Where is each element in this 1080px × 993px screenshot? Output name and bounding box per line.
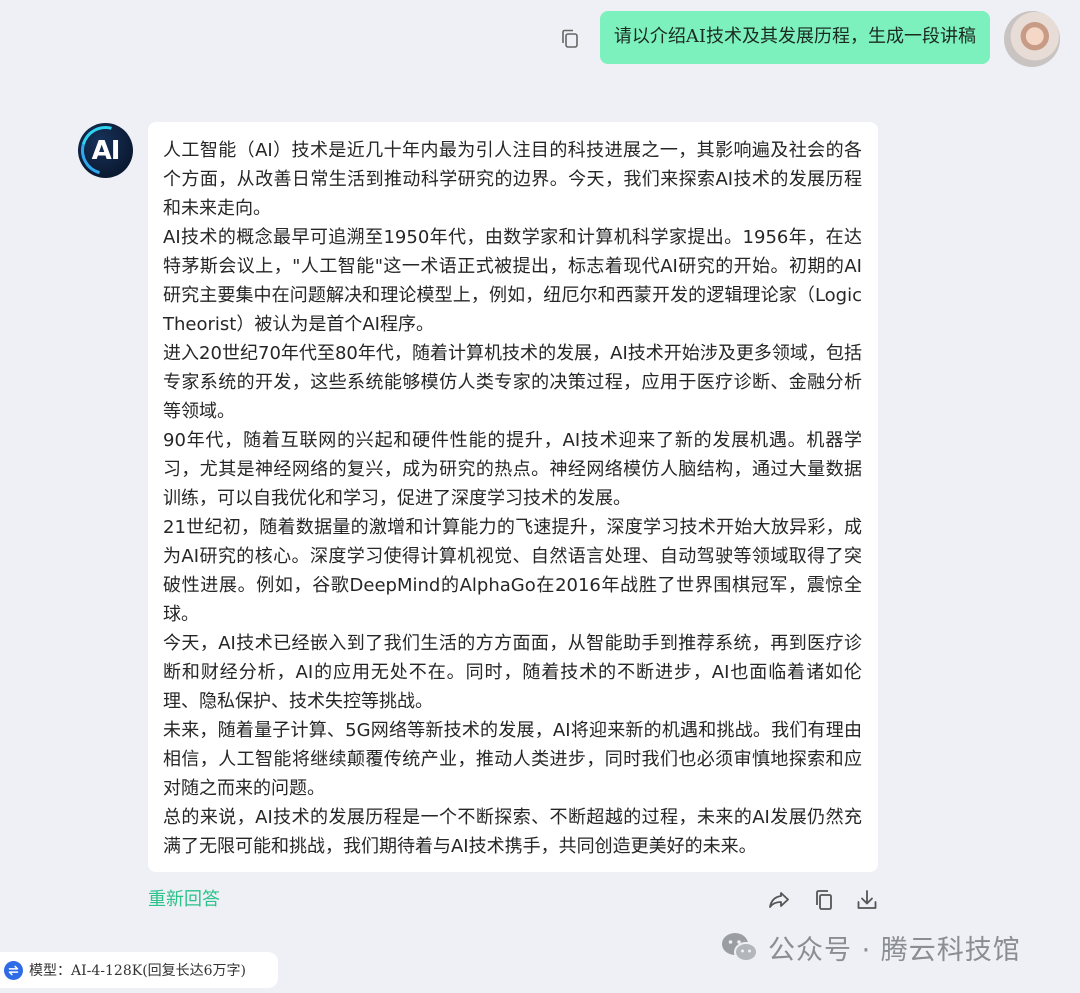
answer-paragraph: 21世纪初，随着数据量的激增和计算能力的飞速提升，深度学习技术开始大放异彩，成为… (163, 517, 862, 625)
answer-paragraph: 今天，AI技术已经嵌入到了我们生活的方方面面，从智能助手到推荐系统，再到医疗诊断… (163, 633, 862, 712)
assistant-avatar-label: AI (91, 135, 121, 166)
wechat-icon (722, 932, 758, 962)
regenerate-button[interactable]: 重新回答 (148, 886, 220, 914)
model-selector[interactable]: 模型：AI-4-128K(回复长达6万字) (0, 952, 278, 988)
copy-icon[interactable] (558, 27, 582, 51)
answer-paragraph: AI技术的概念最早可追溯至1950年代，由数学家和计算机科学家提出。1956年，… (163, 227, 862, 335)
assistant-avatar: AI (78, 123, 133, 178)
answer-paragraph: 未来，随着量子计算、5G网络等新技术的发展，AI将迎来新的机遇和挑战。我们有理由… (163, 720, 862, 799)
swap-icon (4, 960, 23, 980)
share-icon[interactable] (767, 888, 791, 912)
user-message-row: 请以介绍AI技术及其发展历程，生成一段讲稿 (558, 11, 1060, 67)
user-message-bubble: 请以介绍AI技术及其发展历程，生成一段讲稿 (599, 11, 990, 64)
model-selector-label: 模型：AI-4-128K(回复长达6万字) (29, 963, 247, 979)
watermark: 公众号 · 腾云科技馆 (720, 928, 1021, 967)
answer-paragraph: 进入20世纪70年代至80年代，随着计算机技术的发展，AI技术开始涉及更多领域，… (163, 343, 862, 422)
answer-paragraph: 人工智能（AI）技术是近几十年内最为引人注目的科技进展之一，其影响遍及社会的各个… (163, 140, 862, 219)
copy-icon[interactable] (812, 888, 836, 912)
user-avatar[interactable] (1004, 11, 1060, 67)
answer-paragraph: 90年代，随着互联网的兴起和硬件性能的提升，AI技术迎来了新的发展机遇。机器学习… (163, 430, 862, 509)
assistant-answer-card: 人工智能（AI）技术是近几十年内最为引人注目的科技进展之一，其影响遍及社会的各个… (148, 122, 878, 872)
watermark-text: 公众号 · 腾云科技馆 (768, 935, 1021, 966)
answer-paragraph: 总的来说，AI技术的发展历程是一个不断探索、不断超越的过程，未来的AI发展仍然充… (163, 807, 862, 857)
download-icon[interactable] (855, 888, 879, 912)
